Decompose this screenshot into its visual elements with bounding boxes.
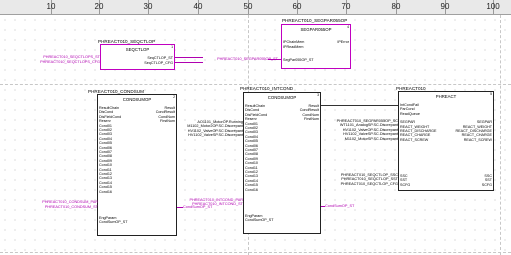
pin-in[interactable]: Cond16 bbox=[245, 188, 258, 192]
pin-in[interactable]: REACT_SCREW bbox=[400, 138, 428, 142]
signal-wire bbox=[175, 62, 203, 63]
ruler-tick: 30 bbox=[144, 0, 152, 14]
block-type-name: CONDSUMOP bbox=[267, 95, 297, 100]
block-type-name: SEQCTLOP bbox=[125, 47, 150, 52]
pin-in[interactable]: IPReadMem bbox=[283, 45, 304, 49]
row-divider bbox=[0, 84, 511, 85]
pin-in[interactable]: SegPar055OP_ST bbox=[283, 58, 314, 62]
ruler-tick: 40 bbox=[194, 0, 202, 14]
pin-in[interactable]: SCFG bbox=[400, 183, 410, 187]
signal-tag[interactable]: PHREACT010_SEQCTLOPS_ST bbox=[30, 55, 100, 59]
pin-out[interactable]: SeqCTLOP_CFG bbox=[144, 61, 173, 65]
pin-out[interactable]: SeqCTLOP_ST bbox=[147, 56, 173, 60]
pin-in[interactable]: Cond16 bbox=[99, 190, 112, 194]
block-title-segpar: PHREACT010_SEGPAR055OP bbox=[282, 18, 348, 23]
signal-tag[interactable]: PHREACT010_SEQCTLOPS_CFG bbox=[30, 60, 100, 64]
function-block-seqctlop[interactable]: 1 SEQCTLOP SeqCTLOP_ST SeqCTLOP_CFG bbox=[100, 44, 175, 70]
signal-wire bbox=[175, 57, 203, 58]
pin-in[interactable]: CondSumOP_ST bbox=[99, 220, 128, 224]
ruler-tick: 50 bbox=[244, 0, 252, 14]
signal-tag[interactable]: PHREACT010_CONDSUM_PAR bbox=[8, 200, 98, 204]
pin-in[interactable]: IPChainMem bbox=[283, 40, 304, 44]
block-title-intcond: PHREACT010_INTCOND bbox=[240, 86, 294, 91]
signal-tag[interactable]: CondSumOP_ST bbox=[325, 204, 354, 208]
signal-wire bbox=[321, 206, 325, 207]
function-block-phreact[interactable]: 5 PHREACT IntCondFail ParCond ReadQueue … bbox=[398, 91, 494, 191]
column-ruler: 10 20 30 40 50 60 70 80 90 100 bbox=[0, 0, 511, 15]
function-block-condsum[interactable]: 2 CONDSUMOP Result CondResult CondNum Fi… bbox=[97, 94, 177, 236]
row-divider bbox=[0, 252, 511, 253]
pin-out[interactable]: REACT_SCREW bbox=[464, 138, 492, 142]
block-type-name: SEGPAR055OP bbox=[300, 27, 332, 32]
signal-tag[interactable]: PHREACT010_INTCOND_ST bbox=[163, 202, 243, 206]
ruler-tick: 90 bbox=[441, 0, 449, 14]
connection-wire bbox=[321, 105, 398, 106]
signal-tag[interactable]: HV1102_ValveSP.SC.Discrepant bbox=[163, 133, 243, 137]
ruler-tick: 80 bbox=[392, 0, 400, 14]
pin-in[interactable]: CondSumOP_ST bbox=[245, 218, 274, 222]
ruler-tick: 60 bbox=[293, 0, 301, 14]
page-divider bbox=[500, 15, 501, 255]
block-type-name: PHREACT bbox=[435, 94, 457, 99]
ruler-tick: 100 bbox=[486, 0, 500, 14]
pin-out[interactable]: SCFG bbox=[482, 183, 492, 187]
block-type-name: CONDSUMOP bbox=[122, 97, 152, 102]
signal-tag[interactable]: PHREACT010_SEQCTLOP_CFG bbox=[318, 182, 398, 186]
signal-tag[interactable]: M1102_MotorSP.SC.Discrepant bbox=[318, 137, 398, 141]
function-block-segpar055op[interactable]: 4 SEGPAR055OP IPChainMem IPReadMem SegPa… bbox=[281, 24, 351, 69]
pin-in[interactable]: ReadQueue bbox=[400, 112, 420, 116]
ruler-tick: 10 bbox=[47, 0, 55, 14]
ruler-tick: 20 bbox=[95, 0, 103, 14]
pin-out[interactable]: FirstNum bbox=[304, 117, 319, 121]
function-block-intcond[interactable]: 3 CONDSUMOP Result CondResult CondNum Fi… bbox=[243, 92, 321, 234]
signal-tag[interactable]: PHREACT010_CONDSUM_ST bbox=[8, 205, 98, 209]
signal-wire bbox=[177, 207, 183, 208]
ruler-tick: 70 bbox=[342, 0, 350, 14]
pin-out[interactable]: IPError bbox=[337, 40, 349, 44]
signal-wire bbox=[268, 59, 281, 60]
